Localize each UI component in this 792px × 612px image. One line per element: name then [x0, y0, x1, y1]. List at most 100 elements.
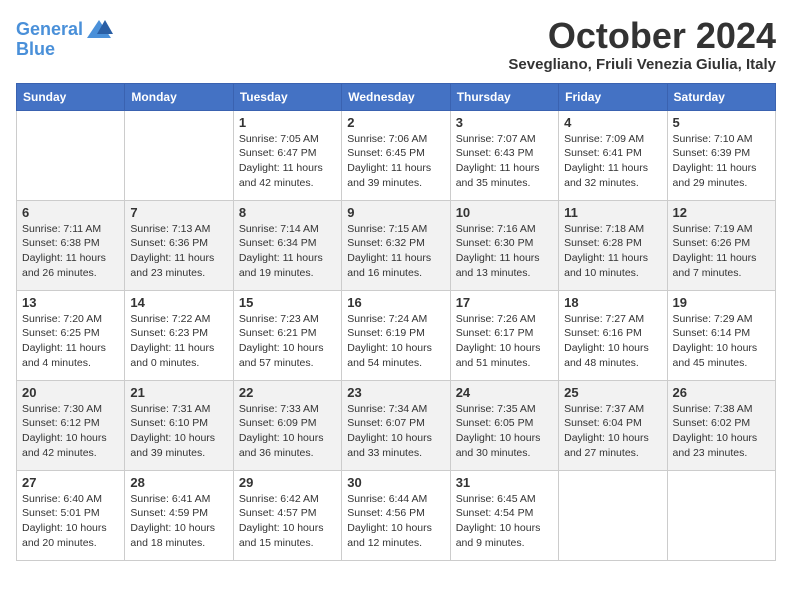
logo-icon	[85, 16, 113, 44]
calendar-cell: 12 Sunrise: 7:19 AM Sunset: 6:26 PM Dayli…	[667, 200, 775, 290]
day-info: Sunrise: 7:05 AM Sunset: 6:47 PM Dayligh…	[239, 132, 336, 191]
calendar-subtitle: Sevegliano, Friuli Venezia Giulia, Italy	[508, 56, 776, 73]
calendar-cell	[667, 470, 775, 560]
day-number: 9	[347, 205, 444, 220]
day-of-week-header: Monday	[125, 83, 233, 110]
day-number: 29	[239, 475, 336, 490]
calendar-cell: 26Sunrise: 7:38 AM Sunset: 6:02 PM Dayli…	[667, 380, 775, 470]
day-number: 14	[130, 295, 227, 310]
day-info: Sunrise: 7:15 AM Sunset: 6:32 PM Dayligh…	[347, 222, 444, 281]
calendar-cell: 6 Sunrise: 7:11 AM Sunset: 6:38 PM Daylig…	[17, 200, 125, 290]
day-number: 11	[564, 205, 661, 220]
calendar-cell: 24 Sunrise: 7:35 AM Sunset: 6:05 PM Dayli…	[450, 380, 558, 470]
calendar-header-row: SundayMondayTuesdayWednesdayThursdayFrid…	[17, 83, 776, 110]
calendar-cell: 20 Sunrise: 7:30 AM Sunset: 6:12 PM Dayli…	[17, 380, 125, 470]
day-info: Sunrise: 7:13 AM Sunset: 6:36 PM Dayligh…	[130, 222, 227, 281]
day-info: Sunrise: 7:20 AM Sunset: 6:25 PM Dayligh…	[22, 312, 119, 371]
calendar-cell: 15Sunrise: 7:23 AM Sunset: 6:21 PM Dayli…	[233, 290, 341, 380]
day-number: 12	[673, 205, 770, 220]
day-info: Sunrise: 7:22 AM Sunset: 6:23 PM Dayligh…	[130, 312, 227, 371]
calendar-cell: 19Sunrise: 7:29 AM Sunset: 6:14 PM Dayli…	[667, 290, 775, 380]
calendar-week-row: 27 Sunrise: 6:40 AM Sunset: 5:01 PM Dayli…	[17, 470, 776, 560]
day-info: Sunrise: 6:41 AM Sunset: 4:59 PM Dayligh…	[130, 492, 227, 551]
day-info: Sunrise: 7:14 AM Sunset: 6:34 PM Dayligh…	[239, 222, 336, 281]
day-number: 17	[456, 295, 553, 310]
day-number: 8	[239, 205, 336, 220]
day-info: Sunrise: 7:31 AM Sunset: 6:10 PM Dayligh…	[130, 402, 227, 461]
day-info: Sunrise: 7:06 AM Sunset: 6:45 PM Dayligh…	[347, 132, 444, 191]
day-number: 3	[456, 115, 553, 130]
day-number: 5	[673, 115, 770, 130]
day-info: Sunrise: 6:44 AM Sunset: 4:56 PM Dayligh…	[347, 492, 444, 551]
calendar-cell: 9 Sunrise: 7:15 AM Sunset: 6:32 PM Daylig…	[342, 200, 450, 290]
day-number: 2	[347, 115, 444, 130]
calendar-cell: 5Sunrise: 7:10 AM Sunset: 6:39 PM Daylig…	[667, 110, 775, 200]
calendar-cell: 2 Sunrise: 7:06 AM Sunset: 6:45 PM Daylig…	[342, 110, 450, 200]
day-of-week-header: Saturday	[667, 83, 775, 110]
calendar-cell	[125, 110, 233, 200]
calendar-week-row: 20 Sunrise: 7:30 AM Sunset: 6:12 PM Dayli…	[17, 380, 776, 470]
calendar-cell: 3Sunrise: 7:07 AM Sunset: 6:43 PM Daylig…	[450, 110, 558, 200]
day-of-week-header: Tuesday	[233, 83, 341, 110]
calendar-cell: 25Sunrise: 7:37 AM Sunset: 6:04 PM Dayli…	[559, 380, 667, 470]
day-of-week-header: Wednesday	[342, 83, 450, 110]
day-number: 27	[22, 475, 119, 490]
day-number: 19	[673, 295, 770, 310]
day-number: 25	[564, 385, 661, 400]
calendar-cell: 27 Sunrise: 6:40 AM Sunset: 5:01 PM Dayli…	[17, 470, 125, 560]
day-info: Sunrise: 7:35 AM Sunset: 6:05 PM Dayligh…	[456, 402, 553, 461]
day-of-week-header: Sunday	[17, 83, 125, 110]
page-header: General Blue October 2024 Sevegliano, Fr…	[16, 16, 776, 73]
day-number: 18	[564, 295, 661, 310]
calendar-title: October 2024	[508, 16, 776, 56]
calendar-cell: 16 Sunrise: 7:24 AM Sunset: 6:19 PM Dayli…	[342, 290, 450, 380]
day-number: 28	[130, 475, 227, 490]
calendar-cell: 23 Sunrise: 7:34 AM Sunset: 6:07 PM Dayli…	[342, 380, 450, 470]
calendar-week-row: 13 Sunrise: 7:20 AM Sunset: 6:25 PM Dayli…	[17, 290, 776, 380]
day-number: 22	[239, 385, 336, 400]
day-number: 30	[347, 475, 444, 490]
day-info: Sunrise: 7:09 AM Sunset: 6:41 PM Dayligh…	[564, 132, 661, 191]
calendar-cell: 7 Sunrise: 7:13 AM Sunset: 6:36 PM Daylig…	[125, 200, 233, 290]
calendar-cell: 8 Sunrise: 7:14 AM Sunset: 6:34 PM Daylig…	[233, 200, 341, 290]
calendar-cell: 30 Sunrise: 6:44 AM Sunset: 4:56 PM Dayli…	[342, 470, 450, 560]
day-number: 10	[456, 205, 553, 220]
day-of-week-header: Friday	[559, 83, 667, 110]
day-number: 24	[456, 385, 553, 400]
logo: General Blue	[16, 16, 113, 60]
day-info: Sunrise: 7:24 AM Sunset: 6:19 PM Dayligh…	[347, 312, 444, 371]
day-info: Sunrise: 7:27 AM Sunset: 6:16 PM Dayligh…	[564, 312, 661, 371]
day-info: Sunrise: 7:16 AM Sunset: 6:30 PM Dayligh…	[456, 222, 553, 281]
day-number: 13	[22, 295, 119, 310]
calendar-cell: 22 Sunrise: 7:33 AM Sunset: 6:09 PM Dayli…	[233, 380, 341, 470]
day-info: Sunrise: 7:38 AM Sunset: 6:02 PM Dayligh…	[673, 402, 770, 461]
calendar-week-row: 6 Sunrise: 7:11 AM Sunset: 6:38 PM Daylig…	[17, 200, 776, 290]
calendar-cell	[559, 470, 667, 560]
calendar-body: 1Sunrise: 7:05 AM Sunset: 6:47 PM Daylig…	[17, 110, 776, 560]
day-number: 16	[347, 295, 444, 310]
day-number: 15	[239, 295, 336, 310]
day-number: 7	[130, 205, 227, 220]
calendar-cell: 11 Sunrise: 7:18 AM Sunset: 6:28 PM Dayli…	[559, 200, 667, 290]
day-number: 21	[130, 385, 227, 400]
day-number: 6	[22, 205, 119, 220]
day-info: Sunrise: 7:34 AM Sunset: 6:07 PM Dayligh…	[347, 402, 444, 461]
day-info: Sunrise: 7:26 AM Sunset: 6:17 PM Dayligh…	[456, 312, 553, 371]
day-info: Sunrise: 7:18 AM Sunset: 6:28 PM Dayligh…	[564, 222, 661, 281]
day-info: Sunrise: 7:19 AM Sunset: 6:26 PM Dayligh…	[673, 222, 770, 281]
calendar-week-row: 1Sunrise: 7:05 AM Sunset: 6:47 PM Daylig…	[17, 110, 776, 200]
day-info: Sunrise: 7:30 AM Sunset: 6:12 PM Dayligh…	[22, 402, 119, 461]
day-number: 4	[564, 115, 661, 130]
calendar-cell: 21 Sunrise: 7:31 AM Sunset: 6:10 PM Dayli…	[125, 380, 233, 470]
day-info: Sunrise: 6:45 AM Sunset: 4:54 PM Dayligh…	[456, 492, 553, 551]
day-info: Sunrise: 6:40 AM Sunset: 5:01 PM Dayligh…	[22, 492, 119, 551]
calendar-cell: 28 Sunrise: 6:41 AM Sunset: 4:59 PM Dayli…	[125, 470, 233, 560]
calendar-cell: 13 Sunrise: 7:20 AM Sunset: 6:25 PM Dayli…	[17, 290, 125, 380]
day-number: 20	[22, 385, 119, 400]
day-number: 23	[347, 385, 444, 400]
calendar-cell: 1Sunrise: 7:05 AM Sunset: 6:47 PM Daylig…	[233, 110, 341, 200]
calendar-cell: 29Sunrise: 6:42 AM Sunset: 4:57 PM Dayli…	[233, 470, 341, 560]
day-info: Sunrise: 7:33 AM Sunset: 6:09 PM Dayligh…	[239, 402, 336, 461]
day-info: Sunrise: 7:11 AM Sunset: 6:38 PM Dayligh…	[22, 222, 119, 281]
calendar-cell	[17, 110, 125, 200]
